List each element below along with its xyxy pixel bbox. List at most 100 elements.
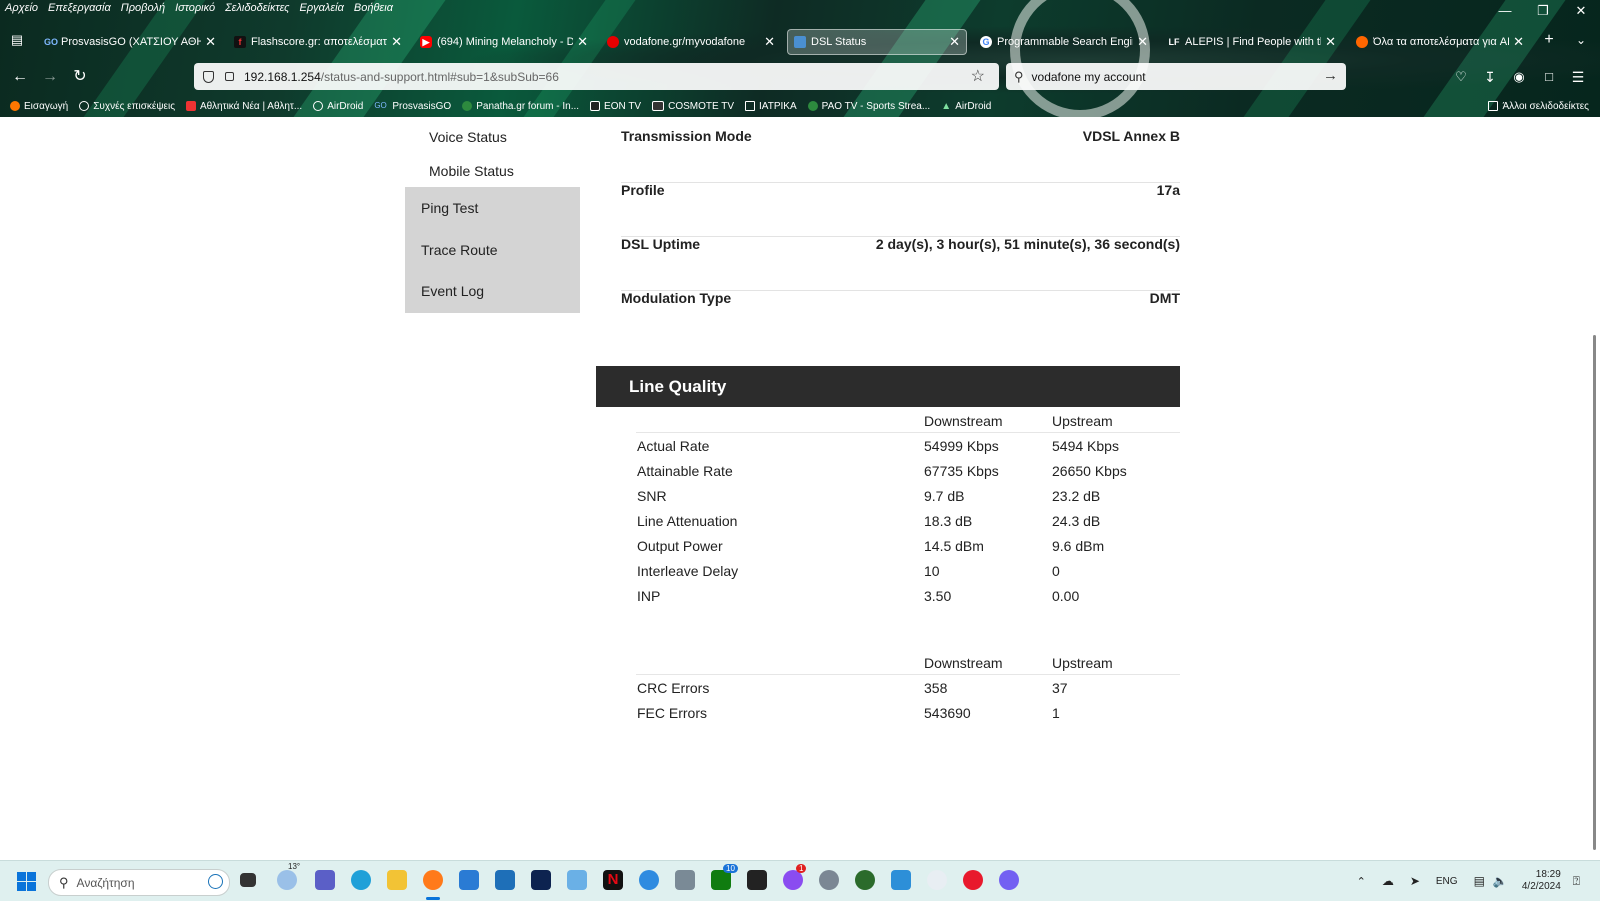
tab-flashscore[interactable]: fFlashscore.gr: αποτελέσματα ο✕ bbox=[234, 29, 402, 55]
bookmark-item[interactable]: PAO TV - Sports Strea... bbox=[807, 101, 930, 112]
tab-results[interactable]: Όλα τα αποτελέσματα για ALEF✕ bbox=[1356, 29, 1524, 55]
tab-prosvasisgo[interactable]: GOProsvasisGO (ΧΑΤΣΙΟΥ ΑΘΗΝΑ✕ bbox=[44, 29, 216, 55]
windows-start-icon[interactable] bbox=[17, 872, 36, 891]
xbox-icon[interactable] bbox=[711, 870, 731, 890]
notifications-icon[interactable]: ⍰ bbox=[1573, 874, 1580, 889]
onedrive-icon[interactable]: ☁ bbox=[1382, 874, 1394, 888]
reload-icon[interactable]: ↻ bbox=[69, 66, 91, 88]
lock-icon[interactable] bbox=[225, 72, 234, 81]
taskbar-search-placeholder: Αναζήτηση bbox=[76, 875, 135, 890]
chevron-up-icon[interactable]: ⌃ bbox=[1357, 875, 1366, 888]
tab-list-icon[interactable]: ▤ bbox=[6, 29, 28, 51]
store-icon[interactable] bbox=[459, 870, 479, 890]
teams-icon[interactable] bbox=[315, 870, 335, 890]
calculator-icon[interactable] bbox=[675, 870, 695, 890]
sidebar-item-voice-status[interactable]: Voice Status bbox=[429, 129, 507, 145]
other-bookmarks[interactable]: Άλλοι σελιδοδείκτες bbox=[1488, 101, 1589, 112]
tab-youtube[interactable]: ▶ (694) Mining Melancholy - Don ✕ bbox=[420, 29, 588, 55]
info-value: DMT bbox=[1149, 290, 1180, 306]
row-label: Output Power bbox=[637, 538, 723, 554]
disney-plus-icon[interactable] bbox=[531, 870, 551, 890]
info-label: Profile bbox=[621, 182, 665, 198]
security-icon[interactable] bbox=[891, 870, 911, 890]
account-icon[interactable]: ◉ bbox=[1508, 66, 1530, 88]
sidebar-item-ping-test[interactable]: Ping Test bbox=[421, 200, 478, 216]
bookmark-item[interactable]: Panatha.gr forum - In... bbox=[462, 101, 579, 112]
bookmark-item[interactable]: Εισαγωγή bbox=[10, 101, 68, 112]
tab-dsl-status[interactable]: DSL Status ✕ bbox=[787, 29, 967, 55]
bookmark-item[interactable]: EON TV bbox=[590, 101, 641, 112]
close-tab-icon[interactable]: ✕ bbox=[577, 34, 588, 50]
bookmark-item[interactable]: COSMOTE TV bbox=[652, 101, 734, 112]
language-indicator[interactable]: ENG bbox=[1436, 876, 1458, 887]
upstream-value: 26650 Kbps bbox=[1052, 463, 1127, 479]
menu-help[interactable]: Βοήθεια bbox=[349, 0, 398, 18]
sidebar-item-mobile-status[interactable]: Mobile Status bbox=[429, 163, 514, 179]
sidebar-item-trace-route[interactable]: Trace Route bbox=[421, 242, 498, 258]
location-icon[interactable]: ➤ bbox=[1410, 874, 1420, 888]
firefox-icon[interactable] bbox=[423, 870, 443, 890]
volume-icon[interactable]: 🔈 bbox=[1493, 874, 1508, 888]
clock[interactable]: 18:29 4/2/2024 bbox=[1522, 869, 1561, 893]
app-icon[interactable] bbox=[927, 870, 947, 890]
sidebar-item-event-log[interactable]: Event Log bbox=[421, 283, 484, 299]
bookmark-folder[interactable]: ΙΑΤΡΙΚΑ bbox=[745, 101, 797, 112]
edge-icon[interactable] bbox=[351, 870, 371, 890]
close-tab-icon[interactable]: ✕ bbox=[205, 34, 216, 50]
taskbar-search[interactable]: ⚲ Αναζήτηση bbox=[48, 869, 230, 896]
menu-history[interactable]: Ιστορικό bbox=[170, 0, 220, 18]
forward-icon[interactable]: → bbox=[39, 66, 61, 88]
messenger-icon[interactable] bbox=[783, 870, 803, 890]
close-tab-icon[interactable]: ✕ bbox=[1137, 34, 1148, 50]
task-view-icon[interactable] bbox=[240, 873, 256, 887]
viber-icon[interactable] bbox=[999, 870, 1019, 890]
download-icon[interactable]: ↧ bbox=[1479, 66, 1501, 88]
back-icon[interactable]: ← bbox=[9, 66, 31, 88]
close-tab-icon[interactable]: ✕ bbox=[391, 34, 402, 50]
browser-app-icon[interactable] bbox=[639, 870, 659, 890]
menu-bookmarks[interactable]: Σελιδοδείκτες bbox=[220, 0, 294, 18]
netflix-icon[interactable]: N bbox=[603, 870, 623, 890]
tab-vodafone[interactable]: vodafone.gr/myvodafone ✕ bbox=[607, 29, 775, 55]
music-app-icon[interactable] bbox=[963, 870, 983, 890]
photo-app-icon[interactable] bbox=[495, 870, 515, 890]
network-icon[interactable]: ▤ bbox=[1474, 874, 1485, 888]
weather-icon[interactable] bbox=[277, 870, 297, 890]
close-tab-icon[interactable]: ✕ bbox=[949, 34, 960, 50]
tab-alepis[interactable]: LFALEPIS | Find People with the la✕ bbox=[1168, 29, 1337, 55]
file-explorer-icon[interactable] bbox=[387, 870, 407, 890]
bookmark-item[interactable]: AirDroid bbox=[313, 101, 363, 112]
bookmark-item[interactable]: ▲ AirDroid bbox=[941, 101, 991, 113]
navigation-toolbar: ← → ↻ 192.168.1.254 /status-and-support.… bbox=[0, 60, 1600, 94]
menu-edit[interactable]: Επεξεργασία bbox=[43, 0, 116, 18]
bookmark-item[interactable]: Αθλητικά Νέα | Αθλητ... bbox=[186, 101, 302, 112]
club-app-icon[interactable] bbox=[855, 870, 875, 890]
hamburger-menu-icon[interactable]: ☰ bbox=[1567, 66, 1589, 88]
sticky-notes-icon[interactable] bbox=[747, 870, 767, 890]
extensions-icon[interactable]: □ bbox=[1538, 66, 1560, 88]
menu-file[interactable]: Αρχείο bbox=[0, 0, 43, 18]
page-scrollbar[interactable] bbox=[1593, 335, 1596, 850]
tab-programmable-search[interactable]: G Programmable Search Engine ✕ bbox=[980, 29, 1148, 55]
close-tab-icon[interactable]: ✕ bbox=[764, 34, 775, 50]
new-tab-icon[interactable]: + bbox=[1538, 29, 1560, 51]
address-bar[interactable]: 192.168.1.254 /status-and-support.html#s… bbox=[194, 63, 999, 90]
menu-view[interactable]: Προβολή bbox=[116, 0, 170, 18]
search-bar[interactable]: ⚲ vodafone my account → bbox=[1006, 63, 1346, 90]
tab-overflow-icon[interactable]: ⌄ bbox=[1570, 29, 1592, 51]
image-viewer-icon[interactable] bbox=[567, 870, 587, 890]
bookmark-item[interactable]: Συχνές επισκέψεις bbox=[79, 101, 175, 112]
menu-tools[interactable]: Εργαλεία bbox=[295, 0, 349, 18]
close-tab-icon[interactable]: ✕ bbox=[1513, 34, 1524, 50]
minimize-icon[interactable]: — bbox=[1486, 0, 1524, 22]
close-tab-icon[interactable]: ✕ bbox=[1325, 34, 1336, 50]
bookmark-item[interactable]: GO ProsvasisGO bbox=[374, 101, 451, 112]
shield-icon[interactable] bbox=[203, 70, 214, 83]
settings-icon[interactable] bbox=[819, 870, 839, 890]
bookmark-star-icon[interactable]: ☆ bbox=[971, 66, 985, 86]
close-window-icon[interactable]: ✕ bbox=[1562, 0, 1600, 22]
search-go-icon[interactable]: → bbox=[1323, 67, 1338, 84]
maximize-icon[interactable]: ❐ bbox=[1524, 0, 1562, 22]
pocket-icon[interactable]: ♡ bbox=[1450, 66, 1472, 88]
bing-icon[interactable] bbox=[208, 874, 223, 889]
